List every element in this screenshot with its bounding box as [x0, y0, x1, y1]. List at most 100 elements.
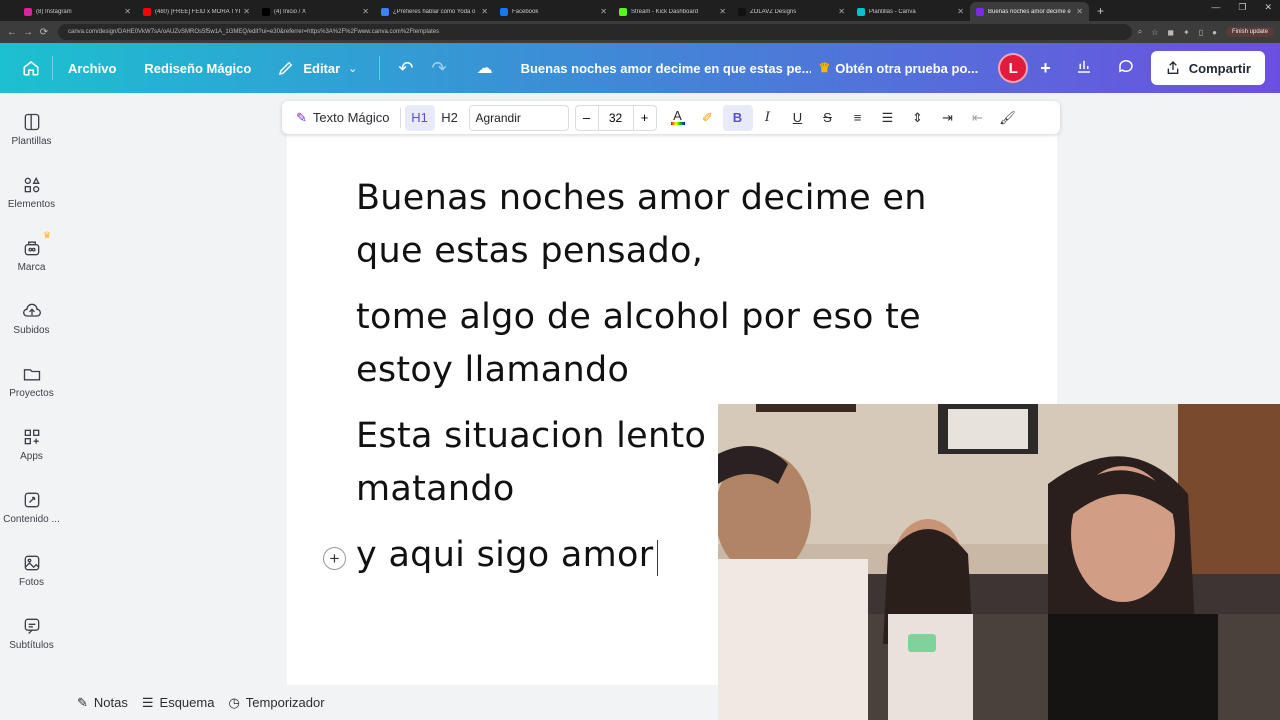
text-paragraph[interactable]: Buenas noches amor decime en que estas pe… [356, 172, 976, 278]
italic-button[interactable]: I [753, 105, 783, 131]
timer-button[interactable]: ◷ Temporizador [228, 695, 324, 711]
close-tab-icon[interactable]: ✕ [481, 7, 488, 16]
notes-button[interactable]: ✎ Notas [77, 695, 128, 711]
browser-tab-title: Facebook [512, 8, 539, 15]
paint-roller-icon: 🖌 [999, 109, 1016, 125]
text-paragraph[interactable]: tome algo de alcohol por eso te estoy lla… [356, 291, 976, 397]
close-tab-icon[interactable]: ✕ [124, 7, 131, 16]
home-icon [23, 61, 39, 76]
browser-tab-title: (480) [FREE] FEID x MORA TYPE [155, 8, 241, 15]
strikethrough-button[interactable]: S [813, 105, 843, 131]
close-window-icon[interactable]: ✕ [1264, 2, 1272, 13]
browser-tab[interactable]: (4) Inicio / X ✕ [256, 2, 375, 21]
close-tab-icon[interactable]: ✕ [362, 7, 369, 16]
bullet-list-button[interactable]: ☰ [873, 105, 903, 131]
browser-tab[interactable]: Plantillas - Canva ✕ [851, 2, 970, 21]
uploads-icon [22, 303, 41, 317]
font-size-increase-button[interactable]: + [634, 110, 656, 125]
avatar[interactable]: L [998, 53, 1029, 83]
url-field[interactable]: canva.com/design/DAHE0VkW7sA/oAUZvSMROs5… [58, 24, 1132, 40]
font-size-decrease-button[interactable]: – [576, 110, 598, 125]
maximize-icon[interactable]: ❐ [1238, 2, 1246, 13]
browser-tab[interactable]: ¿Prefieres hablar como Yoda o ✕ [375, 2, 494, 21]
undo-icon[interactable]: ↶ [398, 58, 413, 79]
bold-button[interactable]: B [722, 104, 753, 131]
home-button[interactable] [14, 51, 48, 85]
indent-button[interactable]: ⇥ [933, 105, 963, 131]
sidebar-item-label: Proyectos [9, 388, 54, 399]
sidebar-item-elementos[interactable]: Elementos [0, 175, 63, 210]
forward-icon[interactable]: → [20, 27, 36, 38]
browser-tab[interactable]: ZOLAVZ Designs ✕ [732, 2, 851, 21]
text-toolbar: ✎ Texto Mágico H1 H2 Agrandir – 32 + A ✐… [282, 101, 1060, 134]
sidebar-item-apps[interactable]: Apps [0, 427, 63, 462]
close-tab-icon[interactable]: ✕ [243, 7, 250, 16]
spacing-button[interactable]: ⇕ [903, 105, 933, 131]
magic-redesign-button[interactable]: Rediseño Mágico [144, 61, 251, 76]
browser-tab[interactable]: Facebook ✕ [494, 2, 613, 21]
sidebar-item-marca[interactable]: Marca ♛ [0, 230, 63, 273]
document-title[interactable]: Buenas noches amor decime en que estas p… [521, 61, 811, 76]
heading1-button[interactable]: H1 [404, 104, 435, 131]
share-button[interactable]: Compartir [1150, 51, 1265, 85]
sidebar-item-proyectos[interactable]: Proyectos [0, 364, 63, 399]
header-divider [379, 56, 381, 80]
sidepanel-icon[interactable]: ▯ [1199, 28, 1203, 37]
file-menu-button[interactable]: Archivo [68, 61, 116, 76]
add-collaborator-icon[interactable]: + [1040, 58, 1051, 79]
browser-tab[interactable]: (8) Instagram ✕ [18, 2, 137, 21]
outline-button[interactable]: ☰ Esquema [142, 695, 215, 711]
sidebar-item-contenido[interactable]: Contenido ... [0, 490, 63, 525]
font-size-input[interactable]: 32 [597, 105, 634, 130]
text-line: tome algo de alcohol por eso te [356, 297, 921, 337]
browser-tab[interactable]: Stream - Kick Dashboard ✕ [613, 2, 732, 21]
webcam-overlay [718, 404, 1280, 720]
align-button[interactable]: ≡ [843, 105, 873, 131]
profile-icon[interactable]: ● [1212, 28, 1217, 37]
close-tab-icon[interactable]: ✕ [838, 7, 845, 16]
highlight-button[interactable]: ✐ [693, 105, 723, 131]
sidebar-item-subidos[interactable]: Subidos [0, 301, 63, 336]
close-tab-icon[interactable]: ✕ [1076, 7, 1083, 16]
underline-button[interactable]: U [783, 105, 813, 131]
add-paragraph-button[interactable]: + [323, 547, 346, 570]
text-color-button[interactable]: A [663, 105, 693, 131]
browser-tab[interactable]: (480) [FREE] FEID x MORA TYPE ✕ [137, 2, 256, 21]
sidebar-item-subtítulos[interactable]: Subtítulos [0, 616, 63, 651]
font-family-select[interactable]: Agrandir [468, 104, 569, 131]
magic-text-button[interactable]: ✎ Texto Mágico [290, 105, 396, 131]
sidebar-item-label: Apps [20, 451, 43, 462]
sidebar-item-fotos[interactable]: Fotos [0, 553, 63, 588]
edit-menu-label: Editar [303, 60, 341, 76]
extension-icon[interactable]: ◼ [1167, 28, 1174, 37]
redo-icon[interactable]: ↷ [431, 58, 446, 79]
text-color-icon: A [673, 108, 682, 123]
close-tab-icon[interactable]: ✕ [957, 7, 964, 16]
back-icon[interactable]: ← [4, 27, 20, 38]
window-controls: — ❐ ✕ [1211, 2, 1272, 13]
close-tab-icon[interactable]: ✕ [600, 7, 607, 16]
cloud-saved-icon[interactable]: ☁ [477, 58, 493, 78]
puzzle-icon[interactable]: ✦ [1183, 28, 1190, 37]
outdent-button[interactable]: ⇤ [963, 105, 993, 131]
new-tab-button[interactable]: + [1097, 2, 1104, 21]
copy-style-button[interactable]: 🖌 [993, 105, 1023, 131]
insights-icon[interactable] [1075, 57, 1093, 80]
bookmark-star-icon[interactable]: ☆ [1151, 28, 1158, 37]
finish-update-button[interactable]: Finish update [1225, 27, 1274, 37]
zoom-icon[interactable]: ⌕ [1138, 27, 1142, 37]
comments-icon[interactable] [1117, 57, 1135, 80]
share-icon [1167, 61, 1179, 74]
heading2-button[interactable]: H2 [435, 105, 465, 131]
brand-icon [24, 241, 39, 256]
text-caret [657, 540, 658, 576]
sidebar-item-label: Elementos [7, 199, 56, 210]
minimize-icon[interactable]: — [1211, 2, 1220, 13]
reload-icon[interactable]: ⟳ [36, 27, 52, 38]
sidebar-item-plantillas[interactable]: Plantillas [0, 112, 63, 147]
browser-tab[interactable]: Buenas noches amor decime e ✕ [970, 2, 1089, 21]
trial-button[interactable]: ♛ Obtén otra prueba po... [819, 60, 979, 76]
edit-menu-button[interactable]: Editar ⌄ [277, 59, 357, 77]
apps-icon [24, 429, 39, 445]
close-tab-icon[interactable]: ✕ [719, 7, 726, 16]
